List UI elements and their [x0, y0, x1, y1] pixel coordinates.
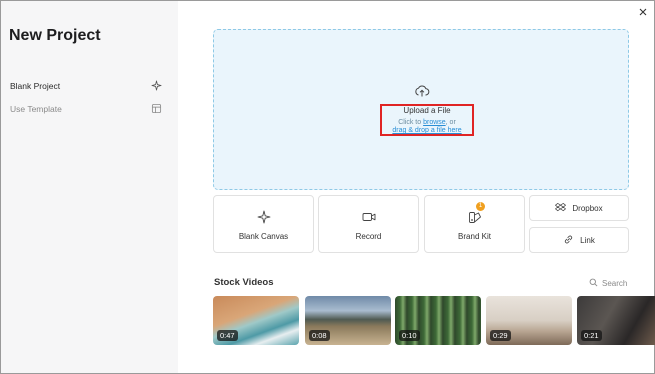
stock-video-thumbnail[interactable]: 0:08 — [305, 296, 391, 345]
sidebar-item-label: Use Template — [10, 104, 62, 114]
link-label: Link — [580, 235, 595, 245]
record-button[interactable]: Record — [318, 195, 419, 253]
sidebar-item-label: Blank Project — [10, 81, 61, 91]
link-icon — [563, 234, 574, 247]
sidebar: New Project Blank Project Use Template — [1, 1, 178, 373]
blank-canvas-button[interactable]: Blank Canvas — [213, 195, 314, 253]
sparkle-icon — [257, 210, 271, 224]
stock-video-thumbnail[interactable]: 0:29 — [486, 296, 572, 345]
brand-kit-badge: 1 — [476, 202, 485, 211]
link-button[interactable]: Link — [529, 227, 629, 253]
blank-canvas-label: Blank Canvas — [238, 232, 289, 241]
dropbox-label: Dropbox — [572, 203, 603, 213]
video-duration: 0:08 — [309, 330, 330, 341]
upload-highlight-box: Upload a File Click to browse, or drag &… — [380, 104, 474, 136]
cloud-upload-icon — [414, 83, 430, 99]
video-duration: 0:47 — [217, 330, 238, 341]
stock-search-button[interactable]: Search — [589, 278, 627, 289]
sparkle-icon — [151, 80, 162, 93]
search-label: Search — [602, 279, 628, 288]
template-icon — [151, 103, 162, 116]
video-duration: 0:10 — [399, 330, 420, 341]
brand-kit-label: Brand Kit — [458, 232, 491, 241]
sidebar-item-use-template[interactable]: Use Template — [10, 100, 162, 118]
drag-drop-link[interactable]: drag & drop a file here — [392, 127, 461, 134]
stock-videos-title: Stock Videos — [214, 277, 274, 288]
page-title: New Project — [9, 27, 101, 44]
record-label: Record — [355, 232, 382, 241]
upload-dropzone[interactable]: Upload a File Click to browse, or drag &… — [213, 29, 629, 190]
upload-hint-prefix: Click to — [398, 119, 424, 126]
video-duration: 0:21 — [581, 330, 602, 341]
brand-kit-icon — [468, 210, 482, 224]
close-icon[interactable] — [638, 4, 648, 16]
upload-hint: Click to browse, or drag & drop a file h… — [382, 119, 472, 135]
video-camera-icon — [362, 210, 376, 224]
stock-video-thumbnail[interactable]: 0:21 — [577, 296, 655, 345]
stock-video-thumbnail[interactable]: 0:10 — [395, 296, 481, 345]
dropbox-button[interactable]: Dropbox — [529, 195, 629, 221]
upload-title: Upload a File — [403, 106, 451, 115]
search-icon — [589, 278, 598, 289]
browse-link[interactable]: browse — [423, 119, 446, 126]
upload-hint-suffix: , or — [445, 119, 456, 126]
dropbox-icon — [555, 202, 567, 215]
brand-kit-button[interactable]: 1 Brand Kit — [424, 195, 525, 253]
stock-video-thumbnail[interactable]: 0:47 — [213, 296, 299, 345]
video-duration: 0:29 — [490, 330, 511, 341]
sidebar-item-blank-project[interactable]: Blank Project — [10, 77, 162, 95]
